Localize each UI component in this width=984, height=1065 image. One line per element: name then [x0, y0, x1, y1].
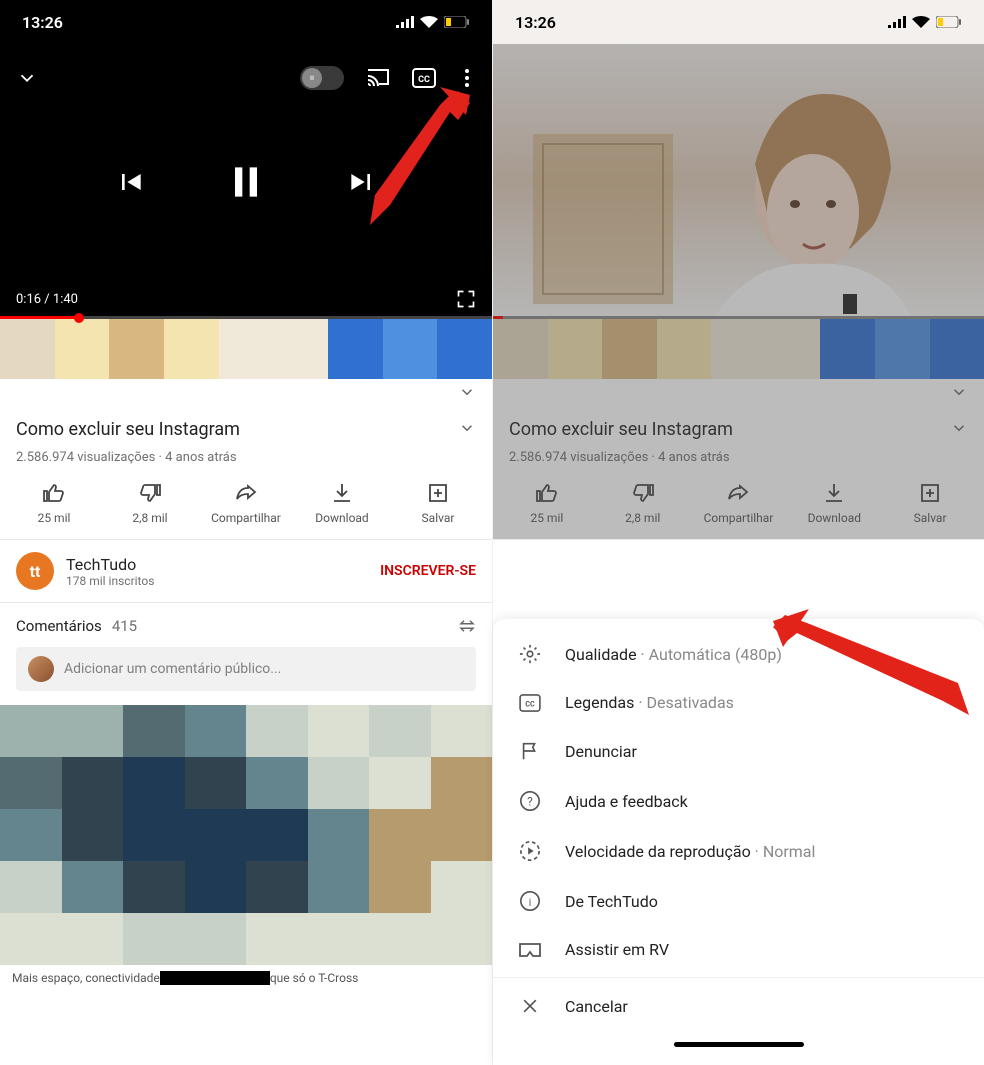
comments-header[interactable]: Comentários 415 [0, 603, 492, 643]
comment-input[interactable]: Adicionar um comentário público... [16, 647, 476, 691]
download-button[interactable]: Download [307, 481, 377, 525]
channel-avatar: tt [16, 552, 54, 590]
sheet-help[interactable]: ? Ajuda e feedback [493, 776, 984, 826]
chevron-down-icon[interactable] [16, 67, 38, 89]
dislike-button[interactable]: 2,8 mil [115, 481, 185, 525]
status-bar: 13:26 [0, 0, 492, 44]
cellular-icon [888, 16, 906, 28]
like-button[interactable]: 25 mil [19, 481, 89, 525]
next-icon[interactable] [346, 166, 378, 198]
home-indicator [674, 1042, 804, 1047]
sheet-report[interactable]: Denunciar [493, 726, 984, 776]
channel-subs: 178 mil inscritos [66, 574, 154, 588]
cast-icon[interactable] [366, 68, 390, 88]
video-player[interactable]: ⏸ CC 0:16 / 1:40 [0, 44, 492, 319]
share-button[interactable]: Compartilhar [703, 481, 773, 525]
status-icons [396, 16, 470, 28]
options-sheet: Qualidade · Automática (480p) CC Legenda… [493, 619, 984, 1065]
channel-name: TechTudo [66, 555, 154, 574]
sheet-vr[interactable]: Assistir em RV [493, 926, 984, 973]
close-icon [517, 996, 543, 1016]
ad-caption: Mais espaço, conectividade, potência e o… [0, 965, 492, 991]
speed-icon [517, 840, 543, 862]
video-meta[interactable]: Como excluir seu Instagram [493, 405, 984, 450]
meta-chevron-icon[interactable] [950, 419, 968, 437]
sheet-from[interactable]: i De TechTudo [493, 876, 984, 926]
phone-left: 13:26 ⏸ CC 0:16 / 1:40 [0, 0, 492, 1065]
sheet-speed[interactable]: Velocidade da reprodução · Normal [493, 826, 984, 876]
info-icon: i [517, 890, 543, 912]
svg-text:i: i [528, 897, 531, 909]
svg-text:CC: CC [418, 75, 430, 85]
download-icon [330, 481, 354, 505]
action-row: 25 mil 2,8 mil Compartilhar Download Sal… [0, 477, 492, 540]
thumb-down-icon [138, 481, 162, 505]
pause-icon[interactable] [224, 160, 268, 204]
download-button[interactable]: Download [799, 481, 869, 525]
subscribe-button[interactable]: INSCREVER-SE [380, 563, 476, 579]
expand-chevron-icon[interactable] [950, 383, 968, 401]
meta-chevron-icon[interactable] [458, 419, 476, 437]
action-row: 25 mil 2,8 mil Compartilhar Download Sal… [493, 477, 984, 540]
gear-icon [517, 643, 543, 665]
expand-chevron-icon[interactable] [458, 383, 476, 401]
wifi-icon [912, 16, 930, 28]
save-icon [426, 481, 450, 505]
user-avatar [28, 656, 54, 682]
status-bar: 13:26 [493, 0, 984, 44]
video-stats: 2.586.974 visualizações4 anos atrás [0, 450, 492, 477]
status-icons [888, 16, 962, 28]
vr-icon [517, 942, 543, 958]
status-time: 13:26 [22, 13, 63, 32]
pixelated-banner [493, 319, 984, 379]
comments-label: Comentários [16, 617, 102, 635]
share-icon [234, 481, 258, 505]
sheet-quality[interactable]: Qualidade · Automática (480p) [493, 629, 984, 679]
comment-placeholder: Adicionar um comentário público... [64, 661, 281, 677]
comments-count: 415 [112, 617, 137, 635]
pixelated-thumbnail[interactable] [0, 705, 492, 965]
flag-icon [517, 740, 543, 762]
save-button[interactable]: Salvar [895, 481, 965, 525]
cc-icon: CC [517, 694, 543, 712]
battery-icon [936, 16, 962, 28]
channel-row[interactable]: tt TechTudo 178 mil inscritos INSCREVER-… [0, 540, 492, 603]
battery-icon [444, 16, 470, 28]
cellular-icon [396, 16, 414, 28]
pixelated-banner [0, 319, 492, 379]
more-vert-icon[interactable] [458, 68, 476, 88]
expand-comments-icon[interactable] [458, 617, 476, 635]
like-button[interactable]: 25 mil [512, 481, 582, 525]
cc-icon[interactable]: CC [412, 68, 436, 88]
video-title: Como excluir seu Instagram [509, 419, 733, 440]
sheet-captions[interactable]: CC Legendas · Desativadas [493, 679, 984, 726]
share-button[interactable]: Compartilhar [211, 481, 281, 525]
fullscreen-icon[interactable] [456, 289, 476, 309]
help-icon: ? [517, 790, 543, 812]
video-stats: 2.586.974 visualizações4 anos atrás [493, 450, 984, 477]
phone-right: 13:26 Sugerido: Instagram: como saber qu… [492, 0, 984, 1065]
progress-bar[interactable] [0, 316, 492, 319]
autoplay-toggle[interactable]: ⏸ [300, 66, 344, 90]
save-button[interactable]: Salvar [403, 481, 473, 525]
status-time: 13:26 [515, 13, 556, 32]
time-display: 0:16 / 1:40 [16, 292, 78, 307]
sheet-cancel[interactable]: Cancelar [493, 982, 984, 1030]
thumb-up-icon [42, 481, 66, 505]
video-title: Como excluir seu Instagram [16, 419, 240, 440]
dislike-button[interactable]: 2,8 mil [608, 481, 678, 525]
video-thumbnail[interactable]: Sugerido: Instagram: como saber quem nã … [493, 44, 984, 319]
svg-text:?: ? [527, 795, 533, 809]
wifi-icon [420, 16, 438, 28]
video-meta[interactable]: Como excluir seu Instagram [0, 405, 492, 450]
previous-icon[interactable] [114, 166, 146, 198]
svg-text:CC: CC [525, 699, 535, 708]
